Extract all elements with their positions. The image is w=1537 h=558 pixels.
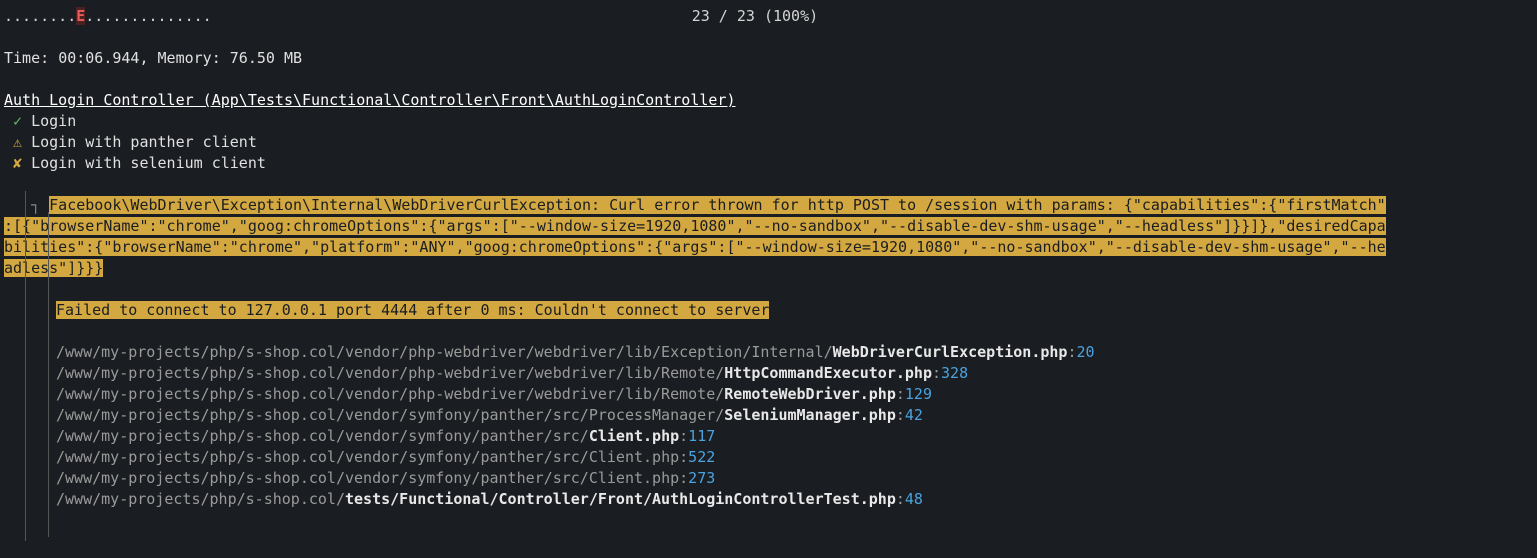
test-row-pass: ✓ Login [4, 111, 1533, 132]
trace-file: SeleniumManager.php [724, 406, 896, 424]
trace-file: AuthLoginControllerTest.php [652, 490, 896, 508]
trace-file: symfony/panther/src/Client.php [408, 469, 679, 487]
trace-row: /www/my-projects/php/s-shop.col/vendor/p… [4, 363, 1533, 384]
trace-line-number: 20 [1077, 343, 1095, 361]
trace-line-number: 328 [941, 364, 968, 382]
trace-path: /www/my-projects/php/s-shop.col/vendor/s… [56, 406, 724, 424]
progress-count: 23 / 23 (100%) [692, 6, 818, 27]
trace-path: /www/my-projects/php/s-shop.col/vendor/s… [56, 427, 589, 445]
check-icon: ✓ [13, 112, 22, 130]
trace-line-number: 273 [688, 469, 715, 487]
suite-title: Auth Login Controller (App\Tests\Functio… [4, 90, 1533, 111]
trace-file: WebDriverCurlException.php [833, 343, 1068, 361]
trace-row: /www/my-projects/php/s-shop.col/vendor/s… [4, 405, 1533, 426]
test-row-fail: ✘ Login with selenium client [4, 153, 1533, 174]
trace-row: /www/my-projects/php/s-shop.col/vendor/p… [4, 384, 1533, 405]
trace-path: /www/my-projects/php/s-shop.col/vendor/ [56, 448, 408, 466]
trace-file: symfony/panther/src/Client.php [408, 448, 679, 466]
trace-line-number: 42 [905, 406, 923, 424]
trace-file: RemoteWebDriver.php [724, 385, 896, 403]
trace-path: /www/my-projects/php/s-shop.col/vendor/p… [56, 364, 724, 382]
trace-row: /www/my-projects/php/s-shop.col/vendor/s… [4, 426, 1533, 447]
test-row-warn: ⚠ Login with panther client [4, 132, 1533, 153]
exception-detail: Failed to connect to 127.0.0.1 port 4444… [4, 300, 1533, 321]
progress-error-char: E [76, 7, 85, 25]
warn-icon: ⚠ [13, 133, 22, 151]
progress-row: ........E.............. 23 / 23 (100%) [4, 6, 1533, 27]
trace-file: HttpCommandExecutor.php [724, 364, 932, 382]
progress-dots-before: ........ [4, 7, 76, 25]
trace-row: /www/my-projects/php/s-shop.col/vendor/p… [4, 342, 1533, 363]
stack-trace: /www/my-projects/php/s-shop.col/vendor/p… [4, 342, 1533, 510]
timing-row: Time: 00:06.944, Memory: 76.50 MB [4, 48, 1533, 69]
trace-line-number: 117 [688, 427, 715, 445]
trace-line-number: 48 [905, 490, 923, 508]
trace-row: /www/my-projects/php/s-shop.col/vendor/s… [4, 468, 1533, 489]
trace-row: /www/my-projects/php/s-shop.col/tests/Fu… [4, 489, 1533, 510]
trace-path: /www/my-projects/php/s-shop.col/vendor/ [56, 469, 408, 487]
trace-path: /www/my-projects/php/s-shop.col/vendor/p… [56, 385, 724, 403]
trace-file: Client.php [589, 427, 679, 445]
trace-line-number: 129 [905, 385, 932, 403]
trace-path: /www/my-projects/php/s-shop.col/vendor/p… [56, 343, 833, 361]
fail-icon: ✘ [13, 154, 22, 172]
trace-line-number: 522 [688, 448, 715, 466]
trace-row: /www/my-projects/php/s-shop.col/vendor/s… [4, 447, 1533, 468]
progress-dots-after: .............. [85, 7, 211, 25]
exception-message: ┐ Facebook\WebDriver\Exception\Internal\… [4, 195, 1533, 279]
